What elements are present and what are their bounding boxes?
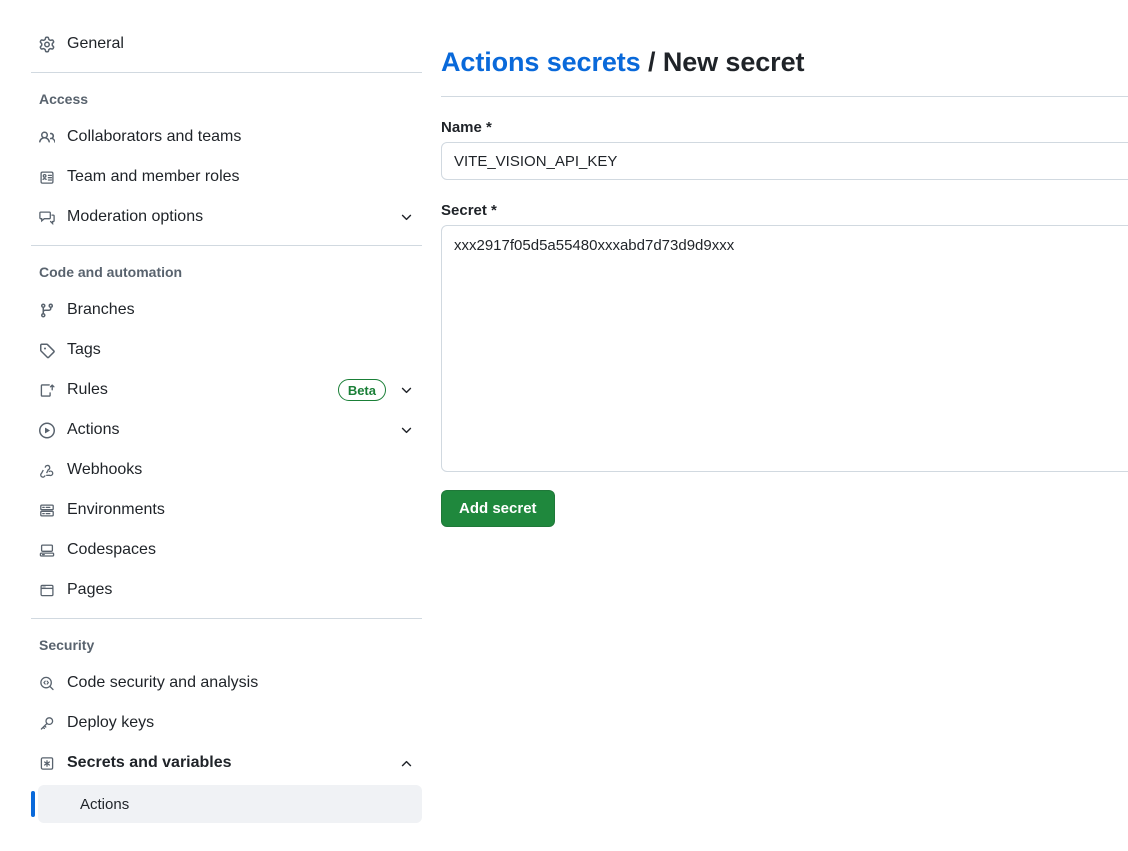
sidebar-item-environments[interactable]: Environments [31,490,422,530]
tag-icon [39,342,55,358]
sidebar-item-rules[interactable]: Rules Beta [31,370,422,410]
add-secret-button[interactable]: Add secret [441,490,555,527]
play-icon [39,422,55,438]
sidebar-item-label: Tags [67,341,414,359]
selected-indicator [31,791,35,817]
breadcrumb: Actions secrets / New secret [441,18,1128,78]
sidebar-item-label: Secrets and variables [67,754,398,772]
sidebar-item-tags[interactable]: Tags [31,330,422,370]
main-content: Actions secrets / New secret Name * Secr… [441,0,1128,851]
sidebar-item-branches[interactable]: Branches [31,290,422,330]
settings-sidebar: General Access Collaborators and teams T… [0,0,435,851]
chevron-down-icon[interactable] [398,382,414,398]
chevron-up-icon[interactable] [398,755,414,771]
sidebar-item-label: General [67,35,414,53]
sidebar-item-webhooks[interactable]: Webhooks [31,450,422,490]
sidebar-item-label: Pages [67,581,414,599]
sidebar-item-deploy-keys[interactable]: Deploy keys [31,703,422,743]
sidebar-item-code-security-and-analysis[interactable]: Code security and analysis [31,663,422,703]
sidebar-divider [31,72,422,73]
people-icon [39,129,55,145]
server-icon [39,502,55,518]
sidebar-section-access-title: Access [31,81,422,117]
header-divider [441,96,1128,97]
sidebar-subitem-label: Actions [80,796,129,813]
chevron-down-icon[interactable] [398,209,414,225]
sidebar-item-secrets-and-variables[interactable]: Secrets and variables [31,743,422,783]
sidebar-item-collaborators-and-teams[interactable]: Collaborators and teams [31,117,422,157]
sidebar-item-moderation-options[interactable]: Moderation options [31,197,422,237]
sidebar-item-pages[interactable]: Pages [31,570,422,610]
sidebar-item-label: Webhooks [67,461,414,479]
codescan-icon [39,675,55,691]
name-field-label: Name * [441,119,1128,136]
sidebar-section-code-and-automation-title: Code and automation [31,254,422,290]
secret-name-input[interactable] [441,142,1128,180]
sidebar-item-secrets-actions[interactable]: Actions [38,785,422,823]
sidebar-item-label: Collaborators and teams [67,128,414,146]
sidebar-divider [31,618,422,619]
rules-icon [39,382,55,398]
codespaces-icon [39,542,55,558]
sidebar-item-label: Team and member roles [67,168,414,186]
breadcrumb-link-actions-secrets[interactable]: Actions secrets [441,47,641,77]
sidebar-item-label: Moderation options [67,208,398,226]
breadcrumb-current: New secret [663,47,805,77]
sidebar-item-general[interactable]: General [31,24,422,64]
breadcrumb-separator: / [648,47,655,77]
id-badge-icon [39,169,55,185]
chevron-down-icon[interactable] [398,422,414,438]
sidebar-item-actions[interactable]: Actions [31,410,422,450]
sidebar-item-label: Codespaces [67,541,414,559]
webhook-icon [39,462,55,478]
sidebar-divider [31,245,422,246]
asterisk-icon [39,755,55,771]
comment-discussion-icon [39,209,55,225]
sidebar-item-label: Code security and analysis [67,674,414,692]
sidebar-item-label: Environments [67,501,414,519]
gear-icon [39,36,55,52]
sidebar-item-label: Rules [67,381,338,399]
key-icon [39,715,55,731]
sidebar-item-label: Actions [67,421,398,439]
sidebar-item-label: Deploy keys [67,714,414,732]
secret-field-label: Secret * [441,202,1128,219]
settings-page: General Access Collaborators and teams T… [0,0,1128,851]
sidebar-item-team-and-member-roles[interactable]: Team and member roles [31,157,422,197]
sidebar-item-label: Branches [67,301,414,319]
git-branch-icon [39,302,55,318]
sidebar-section-security-title: Security [31,627,422,663]
sidebar-item-codespaces[interactable]: Codespaces [31,530,422,570]
secrets-subnav: Actions [0,785,435,823]
browser-icon [39,582,55,598]
secret-value-textarea[interactable]: xxx2917f05d5a55480xxxabd7d73d9d9xxx [441,225,1128,472]
beta-badge: Beta [338,379,386,401]
